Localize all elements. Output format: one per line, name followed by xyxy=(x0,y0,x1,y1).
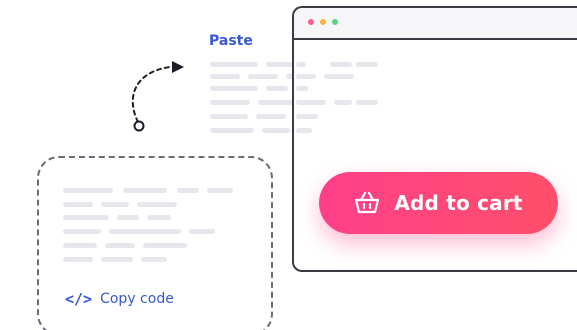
browser-titlebar xyxy=(294,8,577,40)
code-line xyxy=(330,62,352,67)
code-line xyxy=(210,74,240,79)
paste-label: Paste xyxy=(209,33,253,49)
code-brackets-icon: </> xyxy=(65,290,93,308)
code-line xyxy=(207,188,233,193)
code-line xyxy=(296,86,308,91)
add-to-cart-button[interactable]: Add to cart xyxy=(319,172,558,234)
code-line xyxy=(63,188,113,193)
code-line xyxy=(262,128,290,133)
code-line xyxy=(63,243,97,248)
code-line xyxy=(101,257,133,262)
code-line xyxy=(248,74,278,79)
copy-code-label: Copy code xyxy=(100,291,174,307)
code-line xyxy=(147,215,171,220)
code-line xyxy=(210,86,258,91)
code-line xyxy=(63,215,109,220)
copy-to-paste-arrow xyxy=(131,61,184,132)
code-line xyxy=(117,215,139,220)
code-line xyxy=(334,100,352,105)
window-dot-yellow xyxy=(320,19,326,25)
window-dot-green xyxy=(332,19,338,25)
code-line xyxy=(105,243,135,248)
code-line xyxy=(296,114,318,119)
code-line xyxy=(189,229,215,234)
code-line xyxy=(141,257,167,262)
code-line xyxy=(63,202,93,207)
add-to-cart-label: Add to cart xyxy=(394,191,523,215)
code-line xyxy=(210,100,250,105)
code-line xyxy=(177,188,199,193)
code-line xyxy=(210,114,248,119)
code-line xyxy=(296,74,316,79)
code-line xyxy=(324,74,354,79)
code-line xyxy=(256,114,286,119)
code-line xyxy=(210,62,258,67)
code-line xyxy=(210,128,254,133)
code-line xyxy=(137,202,177,207)
code-line xyxy=(266,86,288,91)
window-dot-red xyxy=(308,19,314,25)
code-line xyxy=(109,229,181,234)
copy-code-button[interactable]: </> Copy code xyxy=(65,290,174,308)
code-line xyxy=(143,243,187,248)
code-line xyxy=(296,100,326,105)
code-line xyxy=(296,62,306,67)
code-line xyxy=(356,100,378,105)
copy-code-card: </> Copy code xyxy=(37,156,273,330)
code-line xyxy=(123,188,167,193)
shopping-basket-icon xyxy=(355,191,380,214)
code-line xyxy=(63,229,101,234)
code-line xyxy=(356,62,378,67)
code-line xyxy=(101,202,129,207)
code-line xyxy=(296,128,312,133)
code-line xyxy=(63,257,93,262)
